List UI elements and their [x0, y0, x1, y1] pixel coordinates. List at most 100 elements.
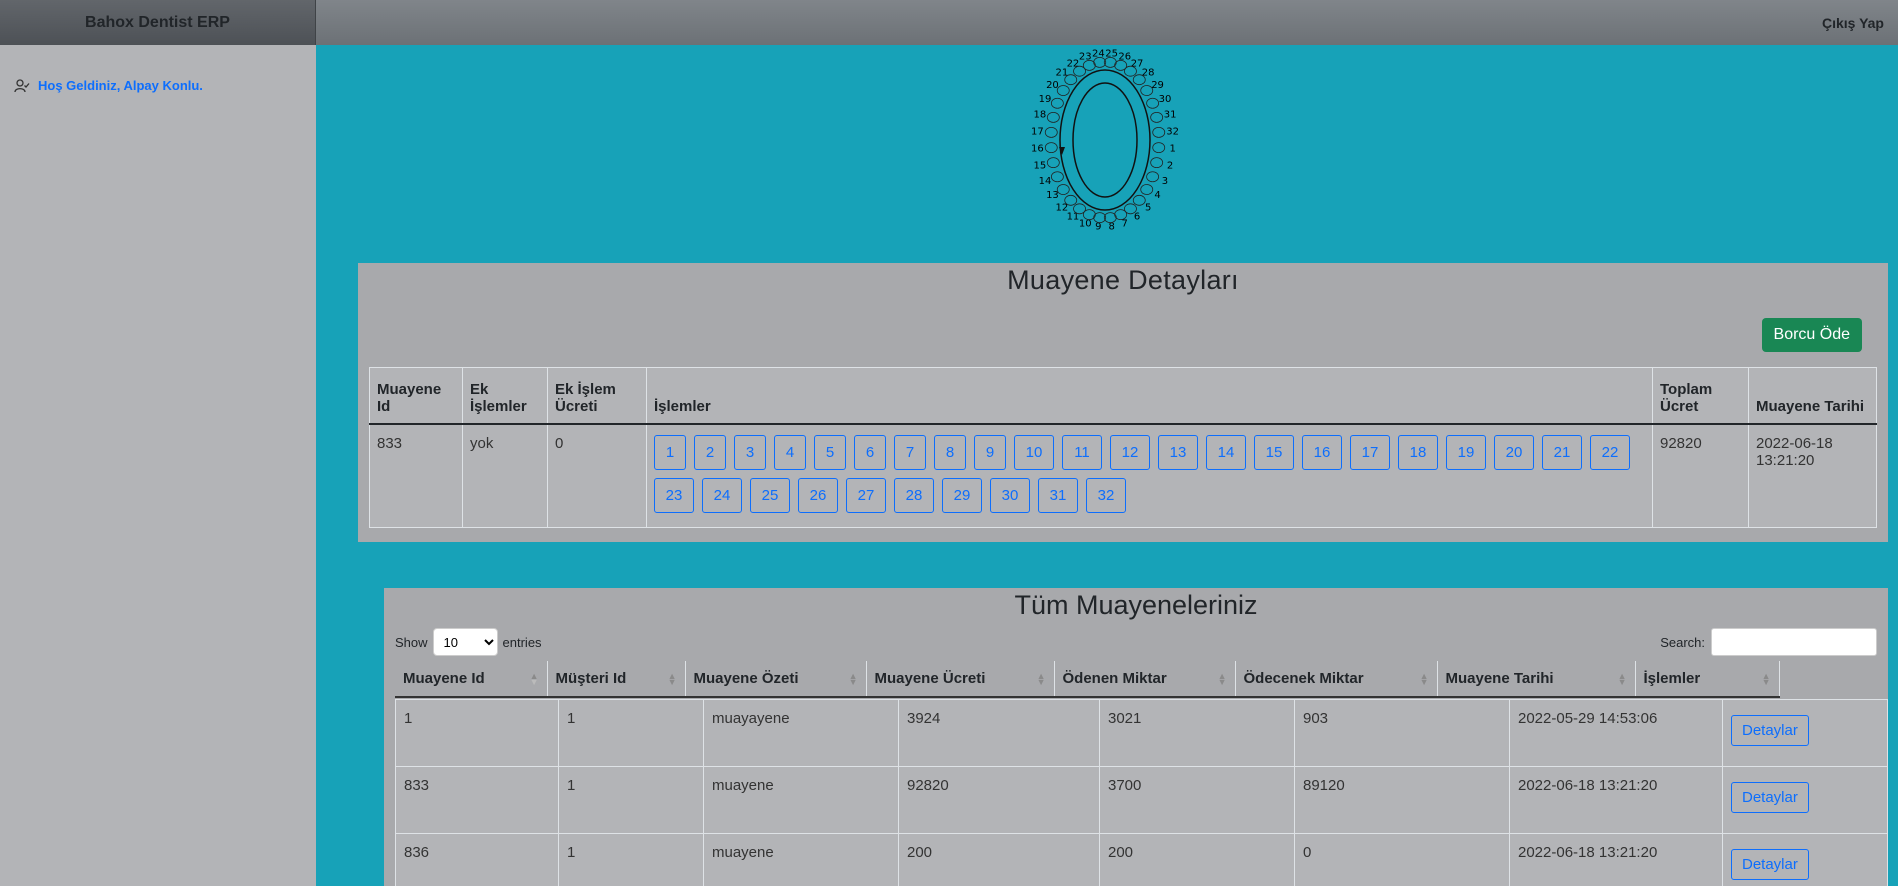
brand-title[interactable]: Bahox Dentist ERP: [0, 0, 316, 45]
cell-date: 2022-06-18 13:21:20: [1748, 423, 1877, 528]
logout-link[interactable]: Çıkış Yap: [1822, 15, 1884, 31]
tooth-number-label: 28: [1142, 68, 1155, 79]
tooth-icon: [1046, 157, 1060, 169]
tooth-number-label: 13: [1046, 190, 1059, 201]
tooth-button[interactable]: 30: [990, 477, 1030, 513]
detail-table: Muayene Id Ek İşlemler Ek İşlem Ücreti İ…: [369, 367, 1877, 528]
tooth-button[interactable]: 32: [1086, 477, 1126, 513]
tooth-icon: [1132, 74, 1146, 86]
list-table: 1 1 muayayene 3924 3021 903 2022-05-29 14:53:0…: [395, 699, 1888, 886]
tooth-button[interactable]: 16: [1302, 434, 1342, 470]
tooth-button[interactable]: 15: [1254, 434, 1294, 470]
table-row: 833 yok 0 1 2 3 4 5 6 7 8 9 10 11 12 13 14 15 16 17 18 19 2…: [369, 423, 1877, 528]
table-cell: muayene: [703, 766, 899, 834]
tooth-button[interactable]: 26: [798, 477, 838, 513]
tooth-button[interactable]: 29: [942, 477, 982, 513]
tooth-button[interactable]: 17: [1350, 434, 1390, 470]
sortable-col-header[interactable]: Muayene Tarihi ▲ ▼: [1437, 661, 1636, 698]
table-cell: 833: [395, 766, 559, 834]
tooth-button[interactable]: 4: [774, 434, 806, 470]
search-input[interactable]: [1711, 628, 1877, 656]
tooth-button[interactable]: 9: [974, 434, 1006, 470]
show-label: Show: [395, 634, 428, 650]
welcome-text: Hoş Geldiniz, Alpay Konlu.: [38, 78, 203, 93]
exam-detail-panel: Muayene Detayları Borcu Öde Muayene Id E…: [358, 263, 1888, 542]
tooth-button[interactable]: 11: [1062, 434, 1102, 470]
sort-asc-icon: ▲ ▼: [529, 671, 539, 687]
tooth-icon: [1146, 97, 1160, 109]
welcome-link[interactable]: Hoş Geldiniz, Alpay Konlu.: [14, 78, 203, 93]
tooth-icon: [1150, 157, 1164, 169]
cell-extra-fee: 0: [547, 423, 647, 528]
sortable-col-header[interactable]: Ödecenek Miktar ▲ ▼: [1235, 661, 1438, 698]
pay-debt-button[interactable]: Borcu Öde: [1761, 318, 1862, 352]
tooth-button[interactable]: 7: [894, 434, 926, 470]
tooth-button[interactable]: 25: [750, 477, 790, 513]
tooth-button[interactable]: 24: [702, 477, 742, 513]
tooth-button[interactable]: 2: [694, 434, 726, 470]
tooth-button[interactable]: 3: [734, 434, 766, 470]
tooth-button[interactable]: 13: [1158, 434, 1198, 470]
table-cell: 1: [395, 699, 559, 767]
tooth-button[interactable]: 23: [654, 477, 694, 513]
sortable-col-header[interactable]: Muayene Özeti ▲ ▼: [685, 661, 867, 698]
tooth-button[interactable]: 12: [1110, 434, 1150, 470]
tooth-number-label: 2: [1167, 160, 1173, 171]
tooth-number-label: 30: [1159, 94, 1172, 105]
table-cell: 89120: [1294, 766, 1510, 834]
col-header: Muayene Tarihi: [1748, 367, 1877, 425]
user-check-icon: [14, 78, 30, 92]
tooth-button[interactable]: 5: [814, 434, 846, 470]
tooth-number-label: 23: [1079, 52, 1092, 63]
tooth-number-label: 31: [1164, 110, 1177, 121]
details-button[interactable]: Detaylar: [1731, 715, 1809, 746]
sidebar: Hoş Geldiniz, Alpay Konlu.: [0, 45, 316, 886]
details-button[interactable]: Detaylar: [1731, 782, 1809, 813]
tooth-number-label: 19: [1039, 94, 1052, 105]
tooth-icon: [1050, 171, 1064, 183]
tooth-icon: [1044, 142, 1058, 154]
tooth-button[interactable]: 22: [1590, 434, 1630, 470]
sortable-col-header[interactable]: Muayene Id ▲ ▼: [395, 661, 548, 698]
tooth-number-label: 7: [1122, 218, 1128, 229]
tooth-button[interactable]: 19: [1446, 434, 1486, 470]
top-navbar: Bahox Dentist ERP Çıkış Yap: [0, 0, 1898, 45]
tooth-button[interactable]: 1: [654, 434, 686, 470]
cell-actions: Detaylar: [1722, 833, 1888, 886]
table-row: 836 1 muayene 200 200 0 2022-06-18 13:21:20 Det…: [395, 833, 1888, 886]
sortable-col-header[interactable]: Muayene Ücreti ▲ ▼: [866, 661, 1055, 698]
tooth-button[interactable]: 8: [934, 434, 966, 470]
table-cell: 1: [558, 833, 704, 886]
tooth-button[interactable]: 14: [1206, 434, 1246, 470]
table-row: 1 1 muayayene 3924 3021 903 2022-05-29 14:53:0…: [395, 699, 1888, 767]
tooth-button[interactable]: 10: [1014, 434, 1054, 470]
sort-icon: ▲ ▼: [1217, 671, 1227, 687]
sort-icon: ▲ ▼: [1419, 671, 1429, 687]
table-cell: 2022-06-18 13:21:20: [1509, 766, 1723, 834]
cell-extra: yok: [462, 423, 548, 528]
tooth-number-label: 26: [1118, 52, 1131, 63]
tooth-buttons: 1 2 3 4 5 6 7 8 9 10 11 12 13 14 15 16 17 18 19 20 21 22 23 24 2…: [654, 434, 1645, 513]
tooth-button[interactable]: 28: [894, 477, 934, 513]
tooth-icon: [1150, 111, 1164, 123]
sortable-col-header[interactable]: İşlemler ▲ ▼: [1635, 661, 1780, 698]
sort-icon: ▲ ▼: [1617, 671, 1627, 687]
search-control: Search:: [1660, 628, 1877, 656]
details-button[interactable]: Detaylar: [1731, 849, 1809, 880]
tooth-button[interactable]: 18: [1398, 434, 1438, 470]
tooth-button[interactable]: 27: [846, 477, 886, 513]
exams-list-panel: Tüm Muayeneleriniz Show 10 entries Searc…: [384, 588, 1888, 886]
sortable-col-header[interactable]: Müşteri Id ▲ ▼: [547, 661, 686, 698]
detail-title: Muayene Detayları: [1007, 265, 1239, 295]
tooth-button[interactable]: 21: [1542, 434, 1582, 470]
tooth-button[interactable]: 6: [854, 434, 886, 470]
tooth-number-label: 21: [1055, 68, 1068, 79]
tooth-number-label: 5: [1145, 202, 1151, 213]
tooth-button[interactable]: 20: [1494, 434, 1534, 470]
tooth-number-label: 14: [1039, 176, 1052, 187]
table-cell: 1: [558, 699, 704, 767]
col-header: İşlemler: [646, 367, 1653, 425]
tooth-button[interactable]: 31: [1038, 477, 1078, 513]
sortable-col-header[interactable]: Ödenen Miktar ▲ ▼: [1054, 661, 1236, 698]
page-size-select[interactable]: 10: [432, 628, 498, 656]
